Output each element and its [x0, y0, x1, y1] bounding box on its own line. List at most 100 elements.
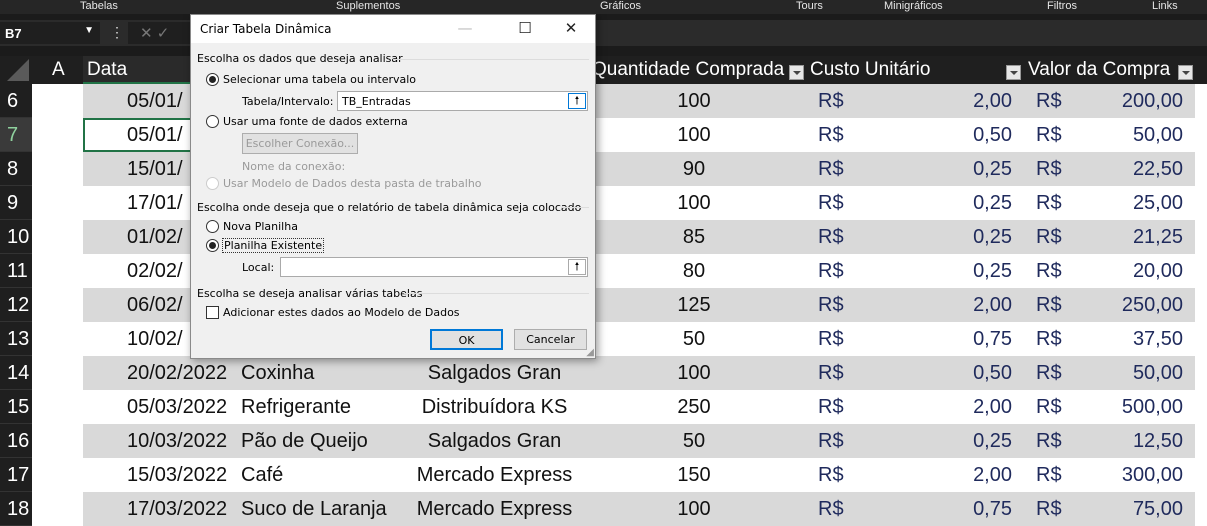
cell-product[interactable]: Coxinha: [241, 356, 314, 390]
cell-unit-cost[interactable]: 0,25: [880, 254, 1012, 288]
cell-quantity[interactable]: 80: [594, 254, 794, 288]
cell-date[interactable]: 10/03/2022: [127, 424, 227, 458]
enter-icon[interactable]: ✓: [157, 25, 170, 42]
cell-quantity[interactable]: 90: [594, 152, 794, 186]
cell-quantity[interactable]: 150: [594, 458, 794, 492]
column-header-valor[interactable]: Valor da Compra: [1028, 56, 1170, 84]
cell-quantity[interactable]: 50: [594, 424, 794, 458]
row-number[interactable]: 14: [0, 356, 32, 390]
cell-date[interactable]: 01/02/: [127, 220, 183, 254]
cell-quantity[interactable]: 50: [594, 322, 794, 356]
cell-date[interactable]: 06/02/: [127, 288, 183, 322]
cell-purchase-value[interactable]: 300,00: [1080, 458, 1183, 492]
radio-new-sheet-label[interactable]: Nova Planilha: [223, 220, 298, 233]
row-number[interactable]: 8: [0, 152, 32, 186]
column-header-quantidade[interactable]: Quantidade Comprada: [592, 56, 784, 84]
cell-quantity[interactable]: 100: [594, 356, 794, 390]
cell-unit-cost[interactable]: 0,25: [880, 152, 1012, 186]
cell-date[interactable]: 15/01/: [127, 152, 183, 186]
cell-supplier[interactable]: Salgados Gran: [402, 424, 587, 458]
add-to-data-model-label[interactable]: Adicionar estes dados ao Modelo de Dados: [223, 306, 460, 319]
table-range-input[interactable]: TB_Entradas 🠕: [337, 91, 588, 111]
cell-quantity[interactable]: 100: [594, 492, 794, 526]
cell-purchase-value[interactable]: 37,50: [1080, 322, 1183, 356]
cell-unit-cost[interactable]: 2,00: [880, 390, 1012, 424]
cell-product[interactable]: Café: [241, 458, 283, 492]
collapse-dialog-icon[interactable]: 🠕: [568, 93, 586, 109]
select-all-button[interactable]: [0, 56, 32, 84]
filter-dropdown-icon[interactable]: [789, 65, 804, 80]
cell-quantity[interactable]: 125: [594, 288, 794, 322]
radio-existing-sheet-label[interactable]: Planilha Existente: [222, 238, 325, 253]
row-number[interactable]: 12: [0, 288, 32, 322]
cell-date[interactable]: 10/02/: [127, 322, 183, 356]
cell-product[interactable]: Suco de Laranja: [241, 492, 387, 526]
row-number[interactable]: 7: [0, 118, 32, 152]
cell-date[interactable]: 05/03/2022: [127, 390, 227, 424]
collapse-dialog-icon[interactable]: 🠕: [568, 259, 586, 275]
radio-select-table[interactable]: [206, 73, 219, 86]
cell-purchase-value[interactable]: 200,00: [1080, 84, 1183, 118]
cell-date[interactable]: 02/02/: [127, 254, 183, 288]
maximize-icon[interactable]: ☐: [505, 19, 545, 37]
ok-button[interactable]: OK: [430, 329, 503, 350]
row-number[interactable]: 9: [0, 186, 32, 220]
cancel-button[interactable]: Cancelar: [514, 329, 587, 350]
cell-date[interactable]: 05/01/: [127, 118, 183, 152]
resize-grip-icon[interactable]: ◢: [586, 347, 594, 358]
cell-purchase-value[interactable]: 75,00: [1080, 492, 1183, 526]
cell-unit-cost[interactable]: 0,25: [880, 424, 1012, 458]
radio-new-sheet[interactable]: [206, 220, 219, 233]
row-number[interactable]: 15: [0, 390, 32, 424]
cell-supplier[interactable]: Salgados Gran: [402, 356, 587, 390]
cell-unit-cost[interactable]: 2,00: [880, 84, 1012, 118]
cell-unit-cost[interactable]: 2,00: [880, 288, 1012, 322]
cell-date[interactable]: 17/01/: [127, 186, 183, 220]
cell-purchase-value[interactable]: 50,00: [1080, 118, 1183, 152]
cell-purchase-value[interactable]: 25,00: [1080, 186, 1183, 220]
add-to-data-model-checkbox[interactable]: [206, 306, 219, 319]
cell-unit-cost[interactable]: 0,50: [880, 118, 1012, 152]
row-number[interactable]: 10: [0, 220, 32, 254]
cell-quantity[interactable]: 100: [594, 186, 794, 220]
cell-purchase-value[interactable]: 20,00: [1080, 254, 1183, 288]
cell-supplier[interactable]: Mercado Express: [402, 492, 587, 526]
row-number[interactable]: 6: [0, 84, 32, 118]
cell-unit-cost[interactable]: 0,25: [880, 186, 1012, 220]
cell-unit-cost[interactable]: 2,00: [880, 458, 1012, 492]
close-icon[interactable]: ✕: [551, 19, 591, 37]
cell-purchase-value[interactable]: 50,00: [1080, 356, 1183, 390]
cell-purchase-value[interactable]: 21,25: [1080, 220, 1183, 254]
filter-dropdown-icon[interactable]: [1178, 65, 1193, 80]
cell-date[interactable]: 20/02/2022: [127, 356, 227, 390]
cell-unit-cost[interactable]: 0,75: [880, 492, 1012, 526]
cell-date[interactable]: 05/01/: [127, 84, 183, 118]
choose-connection-button[interactable]: Escolher Conexão...: [242, 133, 358, 154]
more-options-icon[interactable]: ⋮: [110, 24, 124, 41]
cell-purchase-value[interactable]: 250,00: [1080, 288, 1183, 322]
cell-quantity[interactable]: 100: [594, 84, 794, 118]
chevron-down-icon[interactable]: ▼: [84, 25, 94, 36]
cell-product[interactable]: Refrigerante: [241, 390, 351, 424]
column-header-a[interactable]: A: [52, 56, 65, 84]
filter-dropdown-icon[interactable]: [1006, 65, 1021, 80]
radio-data-model-label[interactable]: Usar Modelo de Dados desta pasta de trab…: [223, 177, 482, 190]
cell-purchase-value[interactable]: 500,00: [1080, 390, 1183, 424]
cell-purchase-value[interactable]: 12,50: [1080, 424, 1183, 458]
radio-external-source[interactable]: [206, 115, 219, 128]
row-number[interactable]: 17: [0, 458, 32, 492]
name-box[interactable]: B7 ▼: [0, 22, 100, 44]
column-header-custo[interactable]: Custo Unitário: [810, 56, 930, 84]
cell-date[interactable]: 15/03/2022: [127, 458, 227, 492]
radio-data-model[interactable]: [206, 177, 219, 190]
location-input[interactable]: 🠕: [280, 257, 588, 277]
cell-date[interactable]: 17/03/2022: [127, 492, 227, 526]
row-number[interactable]: 11: [0, 254, 32, 288]
cell-unit-cost[interactable]: 0,50: [880, 356, 1012, 390]
radio-external-source-label[interactable]: Usar uma fonte de dados externa: [223, 115, 408, 128]
row-number[interactable]: 16: [0, 424, 32, 458]
cell-quantity[interactable]: 250: [594, 390, 794, 424]
cell-purchase-value[interactable]: 22,50: [1080, 152, 1183, 186]
cell-quantity[interactable]: 85: [594, 220, 794, 254]
radio-select-table-label[interactable]: Selecionar uma tabela ou intervalo: [223, 73, 416, 86]
